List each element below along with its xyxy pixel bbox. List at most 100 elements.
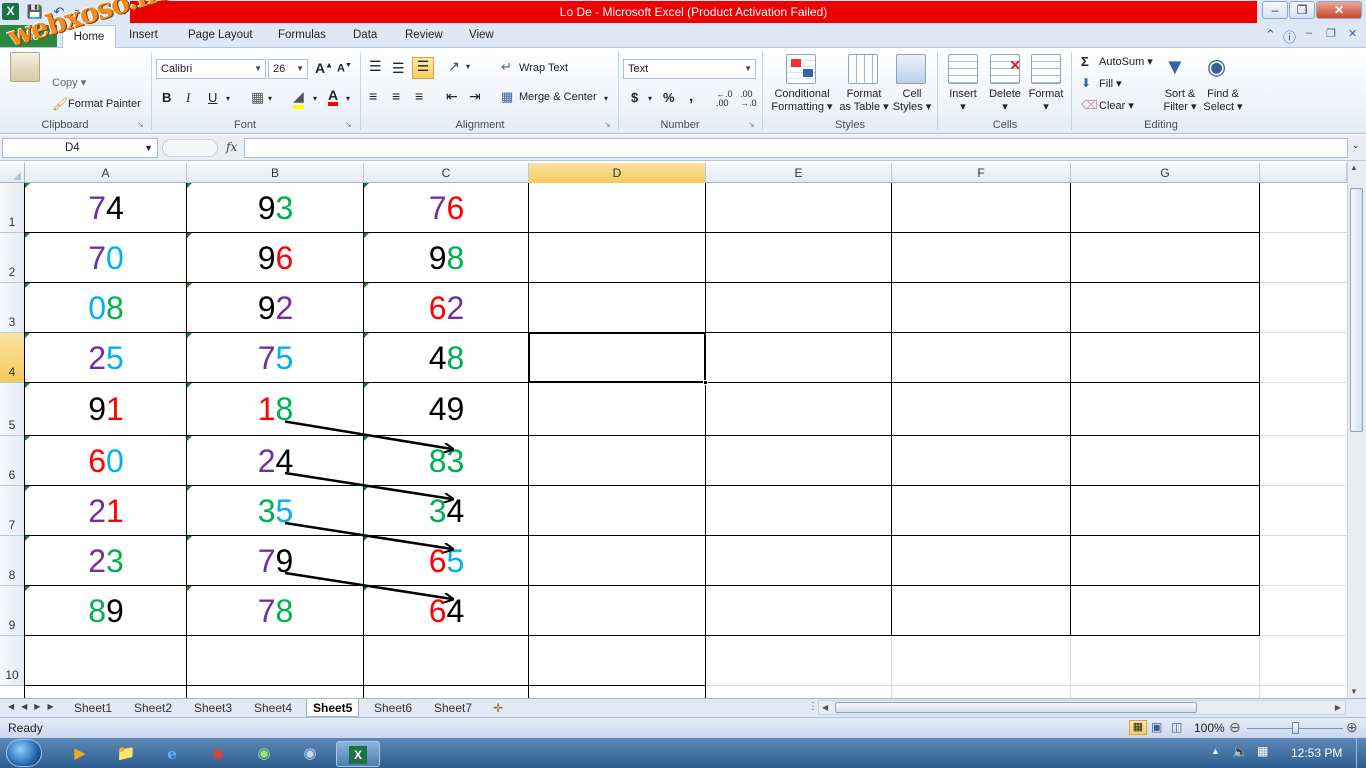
align-center-icon[interactable]: ≡ <box>392 88 400 104</box>
orientation-dropdown-icon[interactable]: ▾ <box>466 62 470 71</box>
insert-cells-button[interactable]: Insert ▾ <box>945 88 981 114</box>
sheet-tab-sheet4[interactable]: Sheet4 <box>254 701 292 715</box>
grow-font-icon[interactable]: A▲ <box>315 60 333 76</box>
internet-explorer-icon[interactable]: e <box>152 741 192 767</box>
tab-review[interactable]: Review <box>405 29 443 41</box>
cell-B5[interactable]: 18 <box>187 383 364 436</box>
tab-view[interactable]: View <box>469 29 494 41</box>
network-signal-icon[interactable]: ▦ <box>1257 744 1268 758</box>
row-header-3[interactable]: 3 <box>0 283 25 333</box>
row-header-2[interactable]: 2 <box>0 233 25 283</box>
column-header-E[interactable]: E <box>706 163 892 183</box>
decrease-decimal-icon[interactable]: .00 →.0 <box>740 90 757 108</box>
cell-C4[interactable]: 48 <box>364 333 529 383</box>
merge-center-button[interactable]: Merge & Center <box>519 91 597 103</box>
horizontal-scroll-thumb[interactable] <box>835 702 1197 713</box>
vertical-scroll-thumb[interactable] <box>1350 188 1363 432</box>
column-header-B[interactable]: B <box>187 163 364 183</box>
row-header-8[interactable]: 8 <box>0 536 25 586</box>
restore-button[interactable]: ❐ <box>1289 1 1315 19</box>
page-layout-view-icon[interactable]: ▣ <box>1151 720 1162 734</box>
doc-minimize-icon[interactable]: – <box>1306 27 1312 39</box>
doc-close-icon[interactable]: ✕ <box>1348 27 1357 40</box>
vertical-scrollbar[interactable]: ▲ ▼ <box>1347 161 1366 698</box>
column-header-F[interactable]: F <box>892 163 1071 183</box>
bold-button[interactable]: B <box>162 90 171 105</box>
cell-B4[interactable]: 75 <box>187 333 364 383</box>
normal-view-icon[interactable]: ▦ <box>1129 720 1147 735</box>
select-all-button[interactable] <box>0 163 25 183</box>
underline-button[interactable]: U <box>208 90 217 105</box>
file-explorer-icon[interactable]: 📁 <box>106 741 146 767</box>
start-button[interactable] <box>6 739 42 767</box>
scroll-up-icon[interactable]: ▲ <box>1350 163 1358 172</box>
paste-icon[interactable] <box>10 52 40 82</box>
column-header-blank[interactable] <box>1260 163 1347 183</box>
cell-A6[interactable]: 60 <box>25 436 187 486</box>
cell-B8[interactable]: 79 <box>187 536 364 586</box>
sheet-tab-sheet6[interactable]: Sheet6 <box>374 701 412 715</box>
italic-button[interactable]: I <box>186 90 190 106</box>
cell-A2[interactable]: 70 <box>25 233 187 283</box>
cell-B1[interactable]: 93 <box>187 183 364 233</box>
format-painter-button[interactable]: Format Painter <box>68 98 141 110</box>
network-app-icon[interactable]: ◉ <box>290 741 330 767</box>
align-right-icon[interactable]: ≡ <box>415 88 423 104</box>
number-format-combo[interactable]: Text ▼ <box>623 59 756 79</box>
font-size-combo[interactable]: 26 ▼ <box>268 59 308 79</box>
align-top-icon[interactable]: ☰ <box>369 58 382 75</box>
cell-C5[interactable]: 49 <box>364 383 529 436</box>
fill-button[interactable]: Fill ▾ <box>1099 77 1122 90</box>
cell-C7[interactable]: 34 <box>364 486 529 536</box>
borders-icon[interactable]: ▦ <box>251 89 264 106</box>
expand-formula-bar-icon[interactable]: ⌄ <box>1352 140 1360 151</box>
sheet-tab-sheet7[interactable]: Sheet7 <box>434 701 472 715</box>
cell-C8[interactable]: 65 <box>364 536 529 586</box>
tab-data[interactable]: Data <box>353 29 377 41</box>
increase-decimal-icon[interactable]: ←.0.00 <box>716 90 733 108</box>
column-header-G[interactable]: G <box>1071 163 1260 183</box>
sort-filter-button[interactable]: Sort & Filter ▾ <box>1160 88 1200 114</box>
currency-button[interactable]: $ <box>631 90 638 105</box>
sheet-nav-arrows[interactable]: ◀◀▶▶ <box>8 702 61 711</box>
sheet-tab-sheet3[interactable]: Sheet3 <box>194 701 232 715</box>
column-header-D[interactable]: D <box>529 163 706 183</box>
cell-B7[interactable]: 35 <box>187 486 364 536</box>
row-header-1[interactable]: 1 <box>0 183 25 233</box>
cell-A7[interactable]: 21 <box>25 486 187 536</box>
sheet-tab-sheet1[interactable]: Sheet1 <box>74 701 112 715</box>
show-desktop-button[interactable] <box>1356 738 1366 768</box>
cell-C1[interactable]: 76 <box>364 183 529 233</box>
wrap-text-button[interactable]: Wrap Text <box>519 62 568 74</box>
cell-B9[interactable]: 78 <box>187 586 364 636</box>
zoom-in-icon[interactable]: ⊕ <box>1346 719 1358 736</box>
number-launcher-icon[interactable]: ↘ <box>748 120 755 129</box>
row-header-6[interactable]: 6 <box>0 436 25 486</box>
zoom-level[interactable]: 100% <box>1194 721 1225 735</box>
name-box[interactable]: D4 ▼ <box>2 138 158 158</box>
cell-A9[interactable]: 89 <box>25 586 187 636</box>
orientation-icon[interactable]: ↗ <box>448 58 460 75</box>
doc-restore-icon[interactable]: ❐ <box>1326 27 1336 40</box>
font-launcher-icon[interactable]: ↘ <box>345 120 352 129</box>
show-hidden-icons-icon[interactable]: ▲ <box>1211 746 1220 756</box>
cell-B6[interactable]: 24 <box>187 436 364 486</box>
cell-B3[interactable]: 92 <box>187 283 364 333</box>
underline-dropdown-icon[interactable]: ▾ <box>226 94 230 103</box>
merge-dropdown-icon[interactable]: ▾ <box>604 94 608 103</box>
cell-A3[interactable]: 08 <box>25 283 187 333</box>
shrink-font-icon[interactable]: A▼ <box>337 62 352 75</box>
column-header-C[interactable]: C <box>364 163 529 183</box>
chrome-icon[interactable]: ◉ <box>198 741 238 767</box>
font-name-combo[interactable]: Calibri ▼ <box>156 59 266 79</box>
row-header-5[interactable]: 5 <box>0 383 25 436</box>
currency-dropdown-icon[interactable]: ▾ <box>648 94 652 103</box>
cell-A4[interactable]: 25 <box>25 333 187 383</box>
comma-button[interactable]: , <box>689 88 693 105</box>
sheet-tab-sheet5[interactable]: Sheet5 <box>306 699 360 717</box>
close-button[interactable]: ✕ <box>1316 1 1362 19</box>
copy-button[interactable]: Copy ▾ <box>52 76 86 89</box>
scroll-right-icon[interactable]: ▶ <box>1335 703 1341 712</box>
minimize-button[interactable]: – <box>1262 1 1288 19</box>
zoom-out-icon[interactable]: ⊖ <box>1229 719 1241 736</box>
